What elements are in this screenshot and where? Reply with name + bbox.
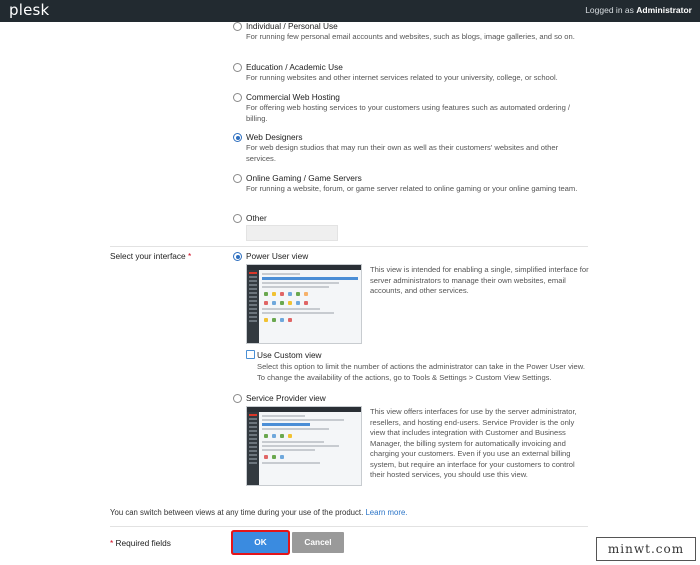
option-desc: For running a website, forum, or game se… (246, 184, 578, 193)
service-provider-desc: This view offers interfaces for use by t… (370, 407, 577, 479)
option-desc: For offering web hosting services to you… (246, 103, 571, 123)
logged-in-info: Logged in as Administrator (585, 5, 692, 15)
option-desc: For running few personal email accounts … (246, 32, 575, 41)
interface-field-label: Select your interface * (110, 251, 192, 261)
radio-individual[interactable] (233, 22, 242, 31)
radio-web-designers[interactable] (233, 133, 242, 142)
divider (110, 526, 588, 527)
learn-more-link[interactable]: Learn more. (365, 508, 407, 517)
radio-power-user[interactable] (233, 252, 242, 261)
power-user-desc: This view is intended for enabling a sin… (370, 265, 589, 295)
required-asterisk: * (110, 538, 114, 548)
switch-views-note: You can switch between views at any time… (110, 508, 408, 517)
power-user-preview-image (246, 264, 362, 344)
option-desc: For running websites and other internet … (246, 73, 558, 82)
cancel-button[interactable]: Cancel (292, 532, 344, 553)
watermark-logo: minwt.com (596, 537, 696, 561)
option-label: Power User view (246, 251, 309, 261)
ok-button[interactable]: OK (233, 532, 288, 553)
radio-service-provider[interactable] (233, 394, 242, 403)
custom-view-label[interactable]: Use Custom view (257, 350, 322, 360)
option-label: Service Provider view (246, 393, 326, 403)
option-label: Education / Academic Use (246, 62, 343, 72)
radio-other[interactable] (233, 214, 242, 223)
required-asterisk: * (187, 251, 192, 261)
radio-gaming[interactable] (233, 174, 242, 183)
required-fields-note: * Required fields (110, 538, 171, 548)
custom-view-desc: Select this option to limit the number o… (257, 362, 585, 382)
username-link[interactable]: Administrator (636, 5, 692, 15)
radio-education[interactable] (233, 63, 242, 72)
option-label: Web Designers (246, 132, 303, 142)
option-label: Commercial Web Hosting (246, 92, 340, 102)
logged-in-prefix: Logged in as (585, 5, 634, 15)
option-label: Online Gaming / Game Servers (246, 173, 362, 183)
divider (110, 246, 588, 247)
plesk-logo[interactable]: plesk (9, 1, 49, 19)
custom-view-checkbox[interactable] (246, 350, 255, 359)
other-purpose-input[interactable] (246, 225, 338, 241)
service-provider-preview-image (246, 406, 362, 486)
option-desc: For web design studios that may run thei… (246, 143, 559, 163)
radio-commercial[interactable] (233, 93, 242, 102)
option-label: Individual / Personal Use (246, 21, 338, 31)
option-label: Other (246, 213, 267, 223)
top-bar: plesk Logged in as Administrator (0, 0, 700, 22)
